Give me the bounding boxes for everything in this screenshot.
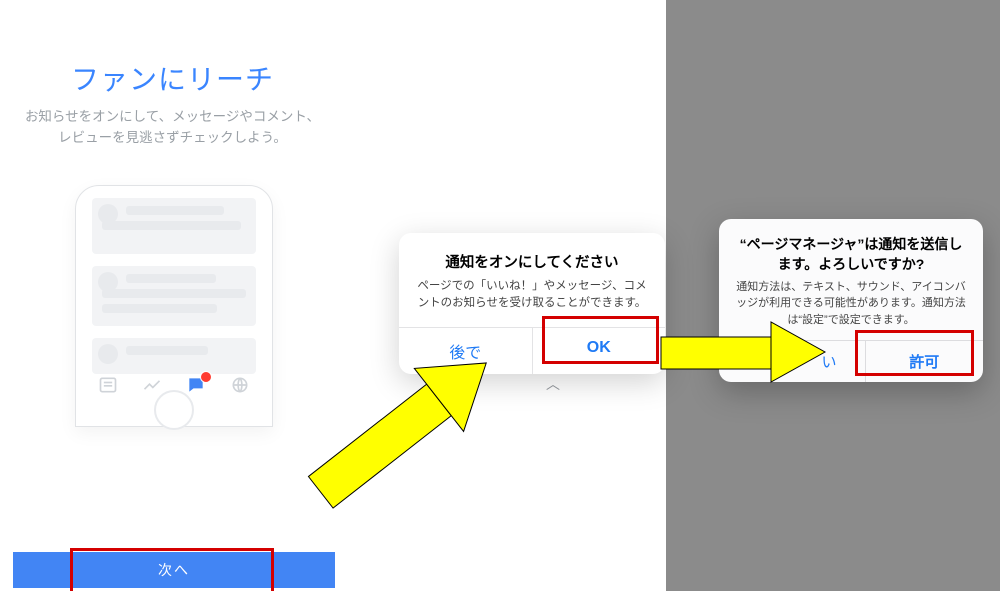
page-title: ファンにリーチ: [0, 58, 345, 98]
next-button-label: 次へ: [158, 560, 190, 580]
annotation-arrow-1: [270, 328, 520, 538]
dialog-title: 通知をオンにしてください: [399, 233, 665, 278]
messages-icon: [186, 375, 206, 400]
annotation-arrow-2: [655, 316, 835, 388]
chevron-up-icon: ︿: [546, 374, 560, 394]
dialog-title: “ページマネージャ”は通知を送信します。よろしいですか?: [719, 219, 983, 279]
globe-icon: [230, 375, 250, 400]
feed-icon: [98, 375, 118, 400]
notification-badge-icon: [200, 371, 212, 383]
allow-button[interactable]: 許可: [865, 341, 984, 382]
ok-button[interactable]: OK: [532, 328, 666, 374]
page-subtitle: お知らせをオンにして、メッセージやコメント、レビューを見逃さずチェックしよう。: [20, 107, 325, 149]
feed-placeholder: [92, 198, 256, 360]
home-button-icon: [154, 390, 194, 430]
next-button[interactable]: 次へ: [13, 552, 335, 588]
phone-illustration: [75, 185, 273, 427]
dialog-body: ページでの「いいね！」やメッセージ、コメントのお知らせを受け取ることができます。: [399, 278, 665, 327]
tutorial-composite: ファンにリーチ お知らせをオンにして、メッセージやコメント、レビューを見逃さずチ…: [0, 0, 1000, 591]
